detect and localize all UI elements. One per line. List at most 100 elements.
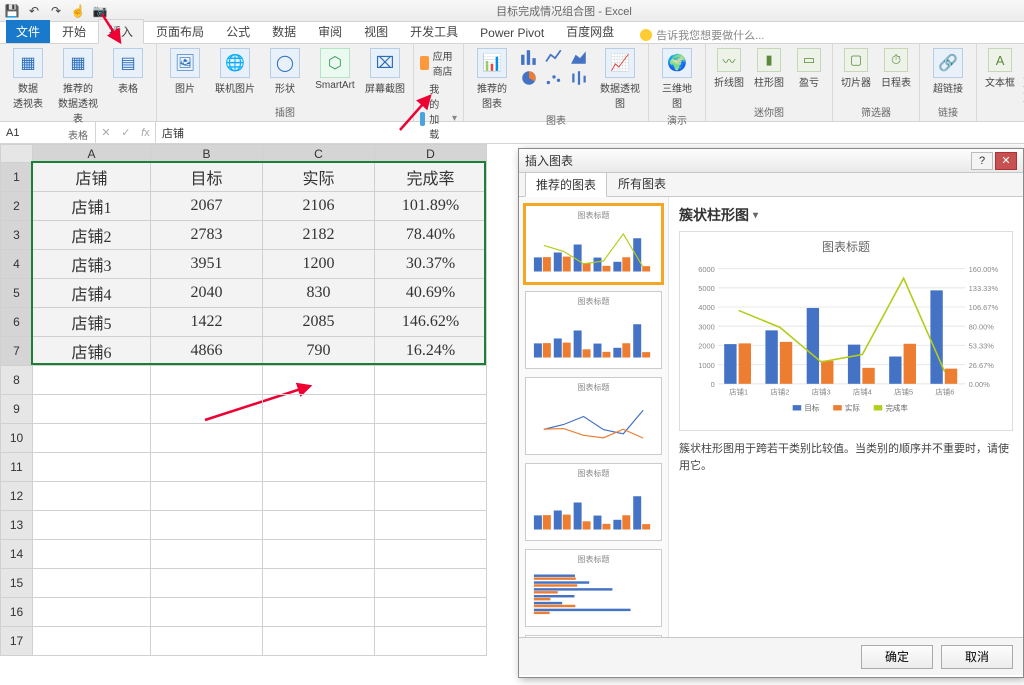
row-header[interactable]: 12 [1,482,33,511]
area-chart-icon[interactable] [570,48,588,66]
help-button[interactable]: ? [971,152,993,170]
save-icon[interactable]: 💾 [4,3,20,19]
tab-layout[interactable]: 页面布局 [146,20,214,43]
timeline-button[interactable]: ⏱日程表 [879,48,913,89]
table-button[interactable]: ▤表格 [106,48,150,95]
cell[interactable] [263,540,375,569]
cell[interactable]: 2106 [263,192,375,221]
undo-icon[interactable]: ↶ [26,3,42,19]
tab-developer[interactable]: 开发工具 [400,20,468,43]
picture-button[interactable]: 🖼图片 [163,48,207,95]
close-button[interactable]: ✕ [995,152,1017,170]
shapes-button[interactable]: ◯形状 [263,48,307,95]
tab-review[interactable]: 审阅 [308,20,352,43]
row-header[interactable]: 8 [1,366,33,395]
store-button[interactable]: 应用商店 [420,48,457,78]
tab-view[interactable]: 视图 [354,20,398,43]
cell[interactable]: 店铺6 [33,337,151,366]
cell[interactable] [33,569,151,598]
textbox-button[interactable]: A文本框 [983,48,1017,89]
cell[interactable]: 1200 [263,250,375,279]
cell[interactable] [375,424,487,453]
cell[interactable]: 店铺 [33,163,151,192]
cell[interactable]: 完成率 [375,163,487,192]
cell[interactable]: 830 [263,279,375,308]
cell[interactable] [151,453,263,482]
cell[interactable] [375,598,487,627]
ok-button[interactable]: 确定 [861,645,933,669]
cell[interactable]: 店铺3 [33,250,151,279]
cell[interactable] [33,598,151,627]
scatter-chart-icon[interactable] [545,69,563,87]
cancel-button[interactable]: 取消 [941,645,1013,669]
dialog-titlebar[interactable]: 插入图表 ? ✕ [519,149,1023,173]
cell[interactable] [33,395,151,424]
cell[interactable] [263,482,375,511]
cell[interactable]: 40.69% [375,279,487,308]
stock-chart-icon[interactable] [570,69,588,87]
cell[interactable]: 店铺4 [33,279,151,308]
row-header[interactable]: 17 [1,627,33,656]
tab-all-charts[interactable]: 所有图表 [607,171,677,196]
cell[interactable]: 4866 [151,337,263,366]
chart-thumbnails[interactable]: 图表标题图表标题图表标题图表标题图表标题图表标题 [519,197,669,637]
cell[interactable]: 2067 [151,192,263,221]
row-header[interactable]: 6 [1,308,33,337]
formula-value[interactable]: 店铺 [156,125,190,141]
cell[interactable] [263,627,375,656]
row-header[interactable]: 5 [1,279,33,308]
row-header[interactable]: 11 [1,453,33,482]
cell[interactable] [375,482,487,511]
cell[interactable] [263,453,375,482]
touch-icon[interactable]: ☝ [70,3,86,19]
cell[interactable]: 3951 [151,250,263,279]
row-header[interactable]: 9 [1,395,33,424]
bar-chart-icon[interactable] [520,48,538,66]
cell[interactable]: 2783 [151,221,263,250]
online-pic-button[interactable]: 🌐联机图片 [213,48,257,95]
hyperlink-button[interactable]: 🔗超链接 [926,48,970,95]
tell-me[interactable]: 告诉我您想要做什么... [640,27,764,43]
cell[interactable] [151,366,263,395]
cell[interactable]: 店铺5 [33,308,151,337]
cell[interactable] [151,569,263,598]
cell[interactable] [375,569,487,598]
col-header[interactable]: B [151,145,263,163]
thumb-clustered-bar[interactable]: 图表标题 [525,291,662,369]
cell[interactable] [33,424,151,453]
pivot-chart-button[interactable]: 📈数据透视图 [598,48,642,110]
pivot-table-button[interactable]: ▦数据 透视表 [6,48,50,110]
cell[interactable] [33,366,151,395]
row-header[interactable]: 1 [1,163,33,192]
slicer-button[interactable]: ▢切片器 [839,48,873,89]
tab-baidu[interactable]: 百度网盘 [556,20,624,43]
map3d-button[interactable]: 🌍三维地 图 [655,48,699,110]
cell[interactable] [151,482,263,511]
cell[interactable]: 146.62% [375,308,487,337]
row-header[interactable]: 15 [1,569,33,598]
cell[interactable]: 1422 [151,308,263,337]
tab-file[interactable]: 文件 [6,20,50,43]
cell[interactable] [33,511,151,540]
cell[interactable]: 店铺2 [33,221,151,250]
line-chart-icon[interactable] [545,48,563,66]
col-header[interactable]: C [263,145,375,163]
cell[interactable] [375,453,487,482]
cell[interactable] [151,598,263,627]
cell[interactable] [151,424,263,453]
cell[interactable]: 店铺1 [33,192,151,221]
thumb-hbar[interactable]: 图表标题 [525,549,662,627]
redo-icon[interactable]: ↷ [48,3,64,19]
tab-insert[interactable]: 插入 [98,19,144,44]
row-header[interactable]: 3 [1,221,33,250]
sparkline-line-button[interactable]: 〰折线图 [712,48,746,89]
cell[interactable]: 2182 [263,221,375,250]
cell[interactable] [263,511,375,540]
sparkline-wl-button[interactable]: ▭盈亏 [792,48,826,89]
cell[interactable] [263,395,375,424]
cell[interactable] [263,598,375,627]
smartart-button[interactable]: ⬡SmartArt [313,48,357,91]
cell[interactable]: 30.37% [375,250,487,279]
cell[interactable] [375,511,487,540]
tab-powerpivot[interactable]: Power Pivot [470,23,554,43]
